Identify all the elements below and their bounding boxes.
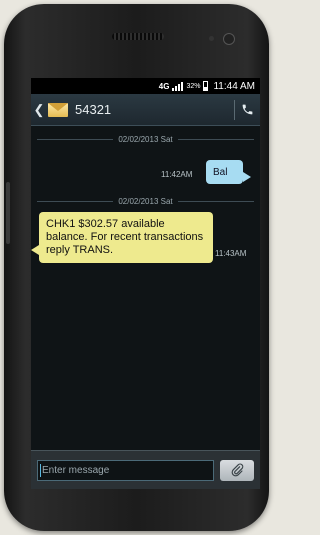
call-button[interactable] [235, 103, 260, 116]
phone-icon [242, 104, 253, 115]
battery-icon [203, 81, 209, 91]
contact-name: 54321 [75, 102, 112, 117]
message-time: 11:43AM [215, 249, 247, 258]
date-separator: 02/02/2013 Sat [37, 135, 254, 144]
front-camera [223, 33, 235, 45]
phone-frame: 4G 32% 11:44 AM ❮ 54321 02/02/2013 Sat 1… [4, 4, 269, 531]
sent-message-bubble[interactable]: Bal [206, 160, 251, 184]
status-clock: 11:44 AM [213, 80, 255, 92]
date-label: 02/02/2013 Sat [118, 135, 173, 144]
message-time: 11:42AM [161, 170, 193, 179]
attach-button[interactable] [220, 459, 254, 481]
messaging-app-icon[interactable] [48, 102, 68, 117]
notification-led [209, 36, 214, 41]
battery-percent: 32% [186, 82, 201, 90]
network-type: 4G [158, 81, 170, 91]
date-separator: 02/02/2013 Sat [37, 197, 254, 206]
message-input-placeholder: Enter message [42, 464, 110, 476]
title-bar: ❮ 54321 [31, 94, 260, 126]
message-input[interactable]: Enter message [37, 459, 214, 481]
earpiece-speaker [112, 33, 164, 40]
received-message-bubble[interactable]: CHK1 $302.57 available balance. For rece… [31, 212, 213, 263]
sent-message-text: Bal [213, 166, 228, 178]
text-cursor [40, 463, 41, 477]
received-message-text: CHK1 $302.57 available balance. For rece… [46, 218, 204, 256]
paperclip-icon [231, 463, 244, 477]
status-bar: 4G 32% 11:44 AM [31, 78, 260, 94]
date-label: 02/02/2013 Sat [118, 197, 173, 206]
volume-button [6, 182, 10, 244]
compose-bar: Enter message [31, 450, 260, 489]
message-thread[interactable]: 02/02/2013 Sat 11:42AM Bal 02/02/2013 Sa… [31, 126, 260, 466]
back-icon[interactable]: ❮ [33, 102, 45, 118]
screen: 4G 32% 11:44 AM ❮ 54321 02/02/2013 Sat 1… [31, 78, 260, 489]
signal-strength-icon [172, 81, 184, 91]
